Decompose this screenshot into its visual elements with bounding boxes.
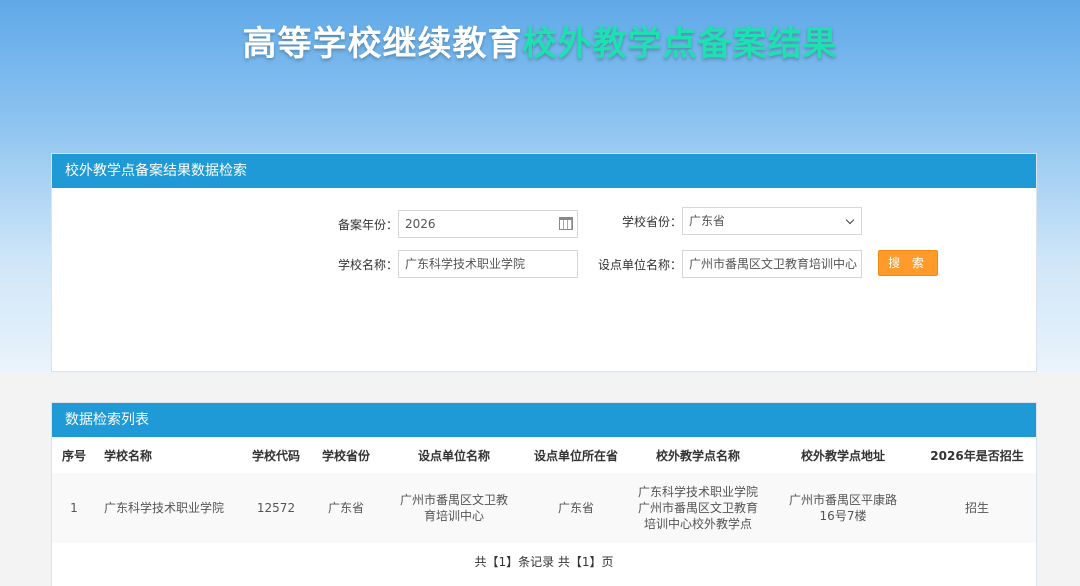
column-header: 学校代码 <box>244 437 308 473</box>
enrollment-status-cell: 招生 <box>918 473 1036 543</box>
search-panel: 校外教学点备案结果数据检索 备案年份： 2026 学校省份： 广东省 学校名称：… <box>51 153 1037 372</box>
page-banner-title: 高等学校继续教育校外教学点备案结果 <box>0 16 1080 65</box>
teaching-point-name-cell: 广东科学技术职业学院广州市番禺区文卫教育培训中心校外教学点 <box>628 473 768 543</box>
province-value: 广东省 <box>689 214 726 228</box>
province-select[interactable]: 广东省 <box>682 207 862 235</box>
province-row: 学校省份： 广东省 <box>588 207 862 235</box>
school-name-row: 学校名称： 广东科学技术职业学院 <box>322 250 578 278</box>
school-province-cell: 广东省 <box>308 473 384 543</box>
school-name-label: 学校名称： <box>337 257 398 272</box>
teaching-point-address-cell: 广州市番禺区平康路16号7楼 <box>768 473 918 543</box>
column-header: 校外教学点地址 <box>768 437 918 473</box>
school-name-value: 广东科学技术职业学院 <box>405 257 526 271</box>
unit-province-cell: 广东省 <box>524 473 628 543</box>
column-header: 设点单位名称 <box>384 437 524 473</box>
unit-name-value: 广州市番禺区文卫教育培训中心 <box>689 257 858 271</box>
banner-title-part2: 校外教学点备案结果 <box>522 24 838 64</box>
column-header: 校外教学点名称 <box>628 437 768 473</box>
row-index: 1 <box>52 473 96 543</box>
banner-title-part1: 高等学校继续教育 <box>242 24 523 64</box>
results-table: 序号 学校名称 学校代码 学校省份 设点单位名称 设点单位所在省 校外教学点名称… <box>52 437 1036 543</box>
table-row[interactable]: 1 广东科学技术职业学院 12572 广东省 广州市番禺区文卫教育培训中心 广东… <box>52 473 1036 543</box>
pagination-info: 共【1】条记录 共【1】页 <box>474 555 614 569</box>
province-label: 学校省份： <box>621 214 682 229</box>
school-name-cell: 广东科学技术职业学院 <box>96 473 244 543</box>
unit-name-row: 设点单位名称： 广州市番禺区文卫教育培训中心 <box>588 250 862 278</box>
results-panel: 数据检索列表 序号 学校名称 学校代码 学校省份 设点单位名称 设点单位所在省 … <box>51 402 1037 586</box>
column-header: 学校省份 <box>308 437 384 473</box>
unit-name-input[interactable]: 广州市番禺区文卫教育培训中心 <box>682 250 862 278</box>
year-row: 备案年份： 2026 <box>322 210 578 238</box>
school-code-cell: 12572 <box>244 473 308 543</box>
unit-name-label: 设点单位名称： <box>597 257 682 272</box>
year-label: 备案年份： <box>337 217 398 232</box>
school-name-input[interactable]: 广东科学技术职业学院 <box>398 250 578 278</box>
column-header: 设点单位所在省 <box>524 437 628 473</box>
results-panel-heading: 数据检索列表 <box>52 403 1036 437</box>
search-button[interactable]: 搜 索 <box>878 250 938 276</box>
unit-name-cell: 广州市番禺区文卫教育培训中心 <box>384 473 524 543</box>
year-date-input[interactable]: 2026 <box>398 210 578 238</box>
column-header: 2026年是否招生 <box>918 437 1036 473</box>
calendar-icon[interactable] <box>559 217 573 230</box>
column-header: 序号 <box>52 437 96 473</box>
table-header-row: 序号 学校名称 学校代码 学校省份 设点单位名称 设点单位所在省 校外教学点名称… <box>52 437 1036 473</box>
year-value: 2026 <box>405 217 436 231</box>
search-panel-heading: 校外教学点备案结果数据检索 <box>52 154 1036 188</box>
column-header: 学校名称 <box>96 437 244 473</box>
